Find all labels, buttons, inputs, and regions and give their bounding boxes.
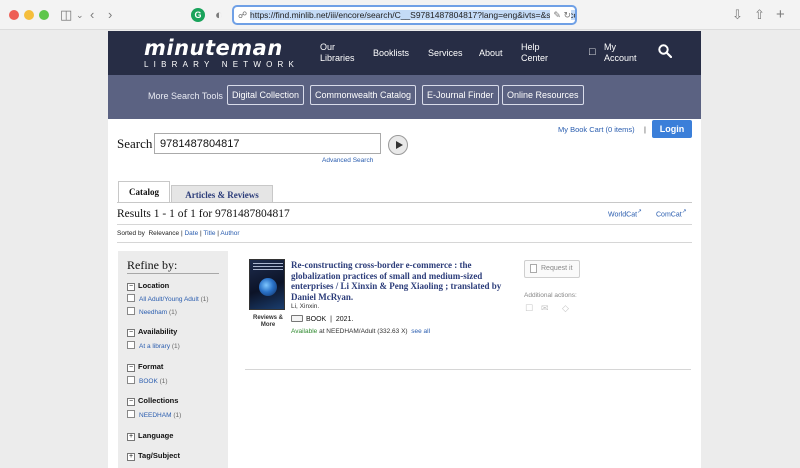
additional-actions-label: Additional actions:: [524, 292, 577, 299]
browser-toolbar: ◫ ⌄ ‹ › G ◐ ☍ https://find.minlib.net/ii…: [0, 0, 800, 30]
online-resources-button[interactable]: Online Resources: [502, 85, 584, 105]
collapse-icon: −: [127, 398, 135, 406]
facet-format[interactable]: − Format: [127, 362, 163, 372]
refine-title: Refine by:: [127, 258, 178, 272]
search-icon[interactable]: [658, 44, 672, 58]
facet-item[interactable]: All Adult/Young Adult (1): [127, 294, 209, 303]
book-cart-link[interactable]: My Book Cart (0 items): [558, 125, 635, 134]
sort-title[interactable]: Title: [203, 230, 215, 237]
book-cover[interactable]: [249, 259, 285, 310]
reload-icon[interactable]: ↻: [563, 10, 571, 20]
collapse-icon: −: [127, 329, 135, 337]
nav-help-center[interactable]: Help Center: [521, 42, 548, 64]
library-site: minuteman LIBRARY NETWORK Our Libraries …: [108, 31, 701, 468]
address-bar-url: https://find.minlib.net/iii/encore/searc…: [250, 10, 575, 20]
tab-catalog[interactable]: Catalog: [118, 181, 170, 203]
sort-relevance[interactable]: Relevance: [148, 230, 179, 237]
translate-icon[interactable]: ✎: [553, 10, 561, 20]
collapse-icon: −: [127, 364, 135, 372]
record-author[interactable]: Li, Xinxin.: [291, 303, 319, 310]
site-logo[interactable]: minuteman LIBRARY NETWORK: [144, 37, 299, 70]
expand-icon: +: [127, 453, 135, 461]
ejournal-finder-button[interactable]: E-Journal Finder: [422, 85, 499, 105]
external-link-icon: ↗: [681, 209, 687, 215]
record-availability: Available at NEEDHAM/Adult (332.63 X) se…: [291, 328, 431, 335]
nav-services[interactable]: Services: [428, 48, 463, 59]
facet-item[interactable]: Needham (1): [127, 307, 177, 316]
comcat-link[interactable]: ComCat↗: [656, 209, 687, 218]
results-count: Results 1 - 1 of 1 for 9781487804817: [117, 208, 290, 220]
facet-collections[interactable]: − Collections: [127, 396, 178, 406]
checkbox[interactable]: [127, 376, 135, 384]
tab-articles-reviews[interactable]: Articles & Reviews: [171, 185, 273, 203]
advanced-search-link[interactable]: Advanced Search: [322, 157, 373, 164]
reviews-more-link[interactable]: Reviews & More: [251, 315, 285, 329]
divider: [245, 369, 691, 370]
sort-author[interactable]: Author: [220, 230, 239, 237]
external-link-icon: ↗: [637, 209, 642, 215]
expand-icon: +: [127, 433, 135, 441]
facet-item[interactable]: NEEDHAM (1): [127, 410, 181, 419]
zoom-window-button[interactable]: [39, 10, 49, 20]
refine-sidebar: Refine by: − Location All Adult/Young Adu…: [118, 251, 228, 468]
facet-location[interactable]: − Location: [127, 281, 169, 291]
login-button[interactable]: Login: [652, 120, 692, 138]
search-label: Search: [117, 136, 153, 151]
sort-options: Sorted by Relevance | Date | Title | Aut…: [117, 230, 240, 237]
facet-item[interactable]: BOOK (1): [127, 376, 168, 385]
request-doc-icon: [530, 264, 537, 273]
nav-my-account[interactable]: My Account: [604, 42, 637, 64]
close-window-button[interactable]: [9, 10, 19, 20]
chevron-down-icon[interactable]: ⌄: [76, 6, 84, 24]
logo-sub-text: LIBRARY NETWORK: [144, 60, 300, 69]
facet-tag-subject[interactable]: + Tag/Subject: [127, 451, 180, 461]
site-header: minuteman LIBRARY NETWORK Our Libraries …: [108, 31, 701, 75]
globe-icon: ☍: [238, 10, 248, 20]
facet-language[interactable]: + Language: [127, 431, 173, 441]
share-icon[interactable]: ⇧: [754, 6, 765, 24]
more-search-tools-bar: More Search Tools Digital Collection Com…: [108, 75, 701, 119]
checkbox[interactable]: [127, 410, 135, 418]
tag-icon[interactable]: ◇: [562, 303, 569, 313]
nav-booklists[interactable]: Booklists: [373, 48, 409, 59]
record-format: BOOK | 2021.: [291, 315, 353, 323]
nav-our-libraries[interactable]: Our Libraries: [320, 42, 355, 64]
sidebar-icon[interactable]: ◫: [60, 6, 72, 24]
shield-icon[interactable]: ◐: [215, 6, 223, 24]
collapse-icon: −: [127, 283, 135, 291]
back-icon[interactable]: ‹: [90, 6, 94, 24]
email-icon[interactable]: ✉: [541, 303, 549, 313]
forward-icon[interactable]: ›: [108, 6, 112, 24]
divider: [117, 224, 692, 225]
checkbox[interactable]: [127, 341, 135, 349]
worldcat-link[interactable]: WorldCat↗: [608, 209, 642, 218]
facet-availability[interactable]: − Availability: [127, 327, 177, 337]
address-bar[interactable]: ☍ https://find.minlib.net/iii/encore/sea…: [232, 5, 577, 25]
grammarly-icon[interactable]: G: [191, 8, 205, 22]
lock-icon: □: [589, 46, 596, 58]
see-all-link[interactable]: see all: [411, 328, 430, 335]
divider: [117, 242, 692, 243]
cart-separator: |: [644, 125, 646, 134]
cart-icon[interactable]: ☐: [525, 303, 533, 313]
more-search-tools-label: More Search Tools: [148, 91, 223, 101]
new-tab-icon[interactable]: +: [776, 6, 785, 24]
checkbox[interactable]: [127, 294, 135, 302]
page-viewport: minuteman LIBRARY NETWORK Our Libraries …: [0, 31, 800, 468]
search-go-button[interactable]: [388, 135, 408, 155]
record-title[interactable]: Re-constructing cross-border e-commerce …: [291, 260, 513, 302]
digital-collection-button[interactable]: Digital Collection: [227, 85, 305, 105]
tab-divider: [117, 202, 692, 203]
request-it-button[interactable]: Request it: [524, 260, 580, 278]
checkbox[interactable]: [127, 307, 135, 315]
commonwealth-catalog-button[interactable]: Commonwealth Catalog: [310, 85, 417, 105]
book-icon: [291, 315, 303, 322]
logo-main-text: minuteman: [144, 36, 283, 60]
search-input[interactable]: [154, 133, 381, 154]
download-icon[interactable]: ⇩: [732, 6, 743, 24]
minimize-window-button[interactable]: [24, 10, 34, 20]
nav-about[interactable]: About: [479, 48, 503, 59]
sort-date[interactable]: Date: [184, 230, 198, 237]
facet-item[interactable]: At a library (1): [127, 341, 180, 350]
